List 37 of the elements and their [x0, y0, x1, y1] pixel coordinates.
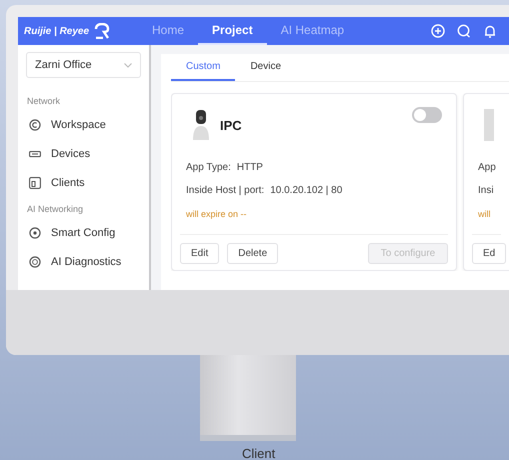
card-button[interactable]: Edit [180, 243, 220, 264]
add-icon [431, 24, 445, 38]
expiry-note: will expire on -- [186, 208, 247, 218]
field-label: Inside Host | port: [186, 185, 264, 196]
sidebar-item[interactable]: Devices [18, 139, 149, 168]
caption: Client [242, 446, 276, 460]
field-label: Insi [478, 185, 494, 196]
card-title: IPC [220, 118, 242, 132]
nav-tab[interactable]: Project [198, 17, 267, 45]
search-icon [457, 24, 471, 38]
target-icon [29, 226, 41, 238]
chevron-down-icon [124, 62, 132, 68]
field-label: App [478, 162, 496, 173]
bell-icon [483, 24, 497, 38]
client-icon [29, 176, 41, 188]
device-thumbnail-icon [484, 109, 494, 141]
sidebar-item[interactable]: Workspace [18, 110, 149, 139]
camera-icon [192, 110, 210, 140]
section-label: AI Networking [26, 203, 84, 216]
ai-circle-icon [29, 256, 41, 268]
project-dropdown[interactable]: Zarni Office [26, 52, 141, 78]
field-label: App Type: [186, 162, 231, 173]
r-logo-icon [94, 23, 110, 39]
sidebar-item[interactable]: AI Diagnostics [18, 247, 149, 276]
sidebar-item[interactable]: Smart Config [18, 218, 149, 247]
tab[interactable]: Device [235, 54, 296, 81]
sidebar-item[interactable]: Clients [18, 168, 149, 197]
expiry-note: will [478, 208, 490, 218]
section-label: Network [26, 95, 62, 108]
brand-logo: Ruijie | Reyee [24, 26, 90, 36]
circle-c-icon [29, 118, 41, 130]
card-button[interactable]: Delete [227, 243, 278, 264]
tab[interactable]: Custom [171, 54, 236, 81]
field-value: HTTP [236, 162, 263, 173]
toggle-switch[interactable] [412, 107, 442, 123]
card-button[interactable]: Ed [472, 243, 506, 264]
field-value: 10.0.20.102 | 80 [270, 185, 342, 196]
